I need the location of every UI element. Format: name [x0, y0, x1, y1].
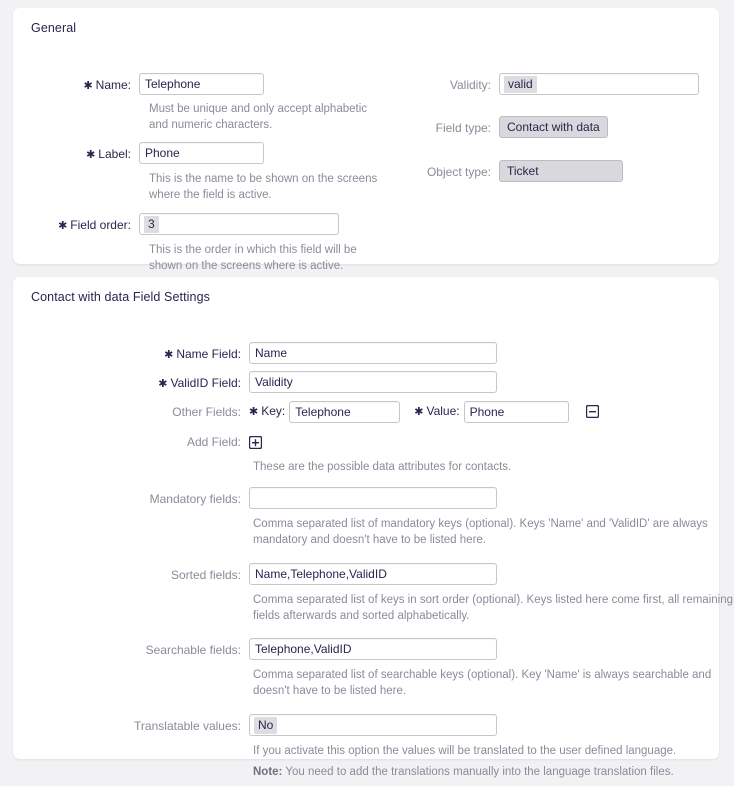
other-fields-key-label: ✱ Key: — [249, 404, 286, 418]
field-row-other-fields: Other Fields: ✱Key: ✱Value: — [13, 400, 599, 423]
validid-field-wrap — [249, 371, 497, 393]
required-asterisk-icon: ✱ — [249, 406, 259, 418]
other-fields-key-input[interactable] — [289, 400, 401, 423]
validity-field-wrap: valid — [499, 73, 699, 95]
translatable-values-help-text: If you activate this option the values w… — [253, 745, 677, 757]
searchable-fields-input[interactable] — [249, 638, 497, 660]
required-asterisk-icon: ✱ — [86, 149, 96, 161]
translatable-values-wrap: No — [249, 714, 497, 736]
sorted-fields-input[interactable] — [249, 563, 497, 585]
field-row-validid-field: ✱ ValidID Field: — [13, 371, 497, 393]
label-help-text: This is the name to be shown on the scre… — [149, 173, 378, 201]
name-field-wrap — [139, 73, 264, 95]
object-type-label: Object type: — [426, 165, 491, 179]
object-type-value: Ticket — [499, 160, 623, 182]
note-text: You need to add the translations manuall… — [282, 766, 674, 778]
field-row-sorted-fields: Sorted fields: — [13, 563, 497, 585]
mandatory-fields-label: Mandatory fields: — [149, 492, 241, 506]
settings-widget-title: Contact with data Field Settings — [31, 290, 210, 304]
validity-select[interactable]: valid — [499, 73, 699, 95]
field-row-searchable-fields: Searchable fields: — [13, 638, 497, 660]
mandatory-fields-wrap — [249, 487, 497, 509]
validid-field-label: ✱ ValidID Field: — [158, 376, 241, 390]
field-type-label: Field type: — [435, 121, 491, 135]
other-fields-wrap: ✱Key: ✱Value: — [249, 400, 599, 423]
name-field-input[interactable] — [249, 342, 497, 364]
field-order-label: ✱ Field order: — [58, 218, 131, 232]
field-row-field-order: ✱ Field order: 3 — [13, 213, 339, 235]
add-field-help-text: These are the possible data attributes f… — [253, 461, 512, 473]
field-type-field-wrap: Contact with data — [499, 116, 608, 138]
general-widget-title: General — [31, 21, 77, 35]
field-order-help-text: This is the order in which this field wi… — [149, 244, 357, 272]
searchable-fields-label: Searchable fields: — [145, 643, 241, 657]
add-field-wrap — [249, 435, 262, 449]
translatable-values-value: No — [254, 717, 278, 734]
name-input[interactable] — [139, 73, 264, 95]
validity-value: valid — [504, 76, 537, 93]
field-row-mandatory-fields: Mandatory fields: — [13, 487, 497, 509]
field-order-field-wrap: 3 — [139, 213, 339, 235]
label-field-wrap — [139, 142, 264, 164]
mandatory-fields-input[interactable] — [249, 487, 497, 509]
searchable-fields-wrap — [249, 638, 497, 660]
object-type-field-wrap: Ticket — [499, 160, 623, 182]
plus-square-icon[interactable] — [249, 435, 262, 449]
validity-label: Validity: — [449, 78, 491, 92]
sorted-fields-help-text: Comma separated list of keys in sort ord… — [253, 594, 734, 622]
required-asterisk-icon: ✱ — [158, 378, 168, 390]
other-fields-label: Other Fields: — [172, 404, 241, 419]
translatable-values-note: Note: You need to add the translations m… — [253, 764, 734, 780]
field-row-label: ✱ Label: — [13, 142, 264, 164]
searchable-fields-help-text: Comma separated list of searchable keys … — [253, 669, 712, 697]
required-asterisk-icon: ✱ — [164, 349, 174, 361]
required-asterisk-icon: ✱ — [414, 406, 424, 418]
field-row-add-field: Add Field: — [13, 435, 262, 449]
note-label: Note: — [253, 766, 283, 778]
field-row-field-type: Field type: Contact with data — [373, 116, 608, 138]
field-row-object-type: Object type: Ticket — [373, 160, 623, 182]
name-label: ✱ Name: — [83, 78, 131, 92]
mandatory-fields-help-text: Comma separated list of mandatory keys (… — [253, 518, 708, 546]
field-order-value: 3 — [144, 216, 159, 233]
contact-field-settings-widget: Contact with data Field Settings ✱ Name F… — [13, 277, 733, 778]
label-label: ✱ Label: — [86, 147, 131, 161]
validid-field-input[interactable] — [249, 371, 497, 393]
sorted-fields-wrap — [249, 563, 497, 585]
field-row-name: ✱ Name: — [13, 73, 264, 95]
minus-square-icon[interactable] — [585, 405, 599, 418]
other-fields-value-label: ✱ Value: — [414, 404, 460, 418]
name-field-wrap2 — [249, 342, 497, 364]
field-row-name-field: ✱ Name Field: — [13, 342, 497, 364]
field-type-value: Contact with data — [499, 116, 608, 138]
required-asterisk-icon: ✱ — [58, 220, 68, 232]
field-row-translatable-values: Translatable values: No — [13, 714, 497, 736]
add-field-label: Add Field: — [186, 435, 241, 449]
other-fields-value-input[interactable] — [463, 400, 569, 423]
name-help-text: Must be unique and only accept alphabeti… — [149, 103, 368, 131]
general-widget: General ✱Name: Must be unique and only a… — [13, 8, 719, 272]
translatable-values-label: Translatable values: — [134, 719, 241, 733]
name-field-label: ✱ Name Field: — [164, 347, 241, 361]
sorted-fields-label: Sorted fields: — [170, 568, 241, 582]
translatable-values-select[interactable]: No — [249, 714, 497, 736]
field-order-select[interactable]: 3 — [139, 213, 339, 235]
label-input[interactable] — [139, 142, 264, 164]
field-row-validity: Validity: valid — [373, 73, 699, 95]
required-asterisk-icon: ✱ — [83, 80, 93, 92]
